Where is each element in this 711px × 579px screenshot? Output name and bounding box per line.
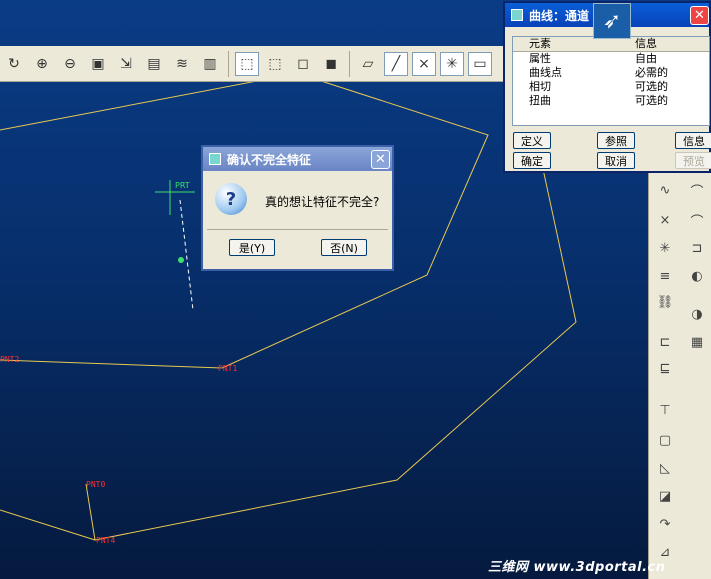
toolbar-separator	[228, 50, 229, 77]
element-info: 可选的	[635, 80, 668, 93]
info-button[interactable]: 信息	[675, 132, 711, 149]
element-name: 属性	[529, 52, 551, 65]
annotations-icon[interactable]: ▭	[468, 51, 492, 76]
draft-icon[interactable]: ▢	[653, 428, 677, 452]
csys-label: PRT	[175, 181, 190, 190]
datum-point-tool-icon[interactable]: ×	[653, 208, 677, 232]
merge-icon[interactable]: ↷	[653, 512, 677, 536]
element-name: 曲线点	[529, 66, 562, 79]
zoom-out-icon[interactable]: ⊖	[58, 52, 82, 76]
table-row[interactable]: 属性 自由	[513, 52, 709, 66]
element-info: 自由	[635, 52, 657, 65]
question-icon: ?	[215, 183, 247, 215]
wireframe-icon[interactable]: ⬚	[235, 51, 259, 76]
chamfer-icon[interactable]: ◪	[653, 484, 677, 508]
element-name: 相切	[529, 80, 551, 93]
elements-table: 元素 信息 属性 自由 曲线点 必需的 相切 可选的 扭曲 可选的	[512, 36, 710, 126]
ok-button[interactable]: 确定	[513, 152, 551, 169]
csys-tool-icon[interactable]: ✳	[653, 236, 677, 260]
table-row[interactable]: 扭曲 可选的	[513, 94, 709, 108]
confirm-incomplete-feature-dialog: 确认不完全特征 ✕ ? 真的想让特征不完全? 是(Y) 否(N)	[201, 145, 394, 271]
element-name: 扭曲	[529, 94, 551, 107]
point-label: PNT1	[218, 364, 237, 373]
yes-button[interactable]: 是(Y)	[229, 239, 275, 256]
extrude-icon[interactable]: ⊐	[685, 236, 709, 260]
close-icon[interactable]: ✕	[371, 150, 390, 169]
layers-icon[interactable]: ≋	[170, 52, 194, 76]
revolve-icon[interactable]: ◐	[685, 264, 709, 288]
dialog-message: 真的想让特征不完全?	[265, 195, 380, 209]
reference-button[interactable]: 参照	[597, 132, 635, 149]
chain-icon[interactable]: ⛓	[653, 290, 677, 314]
curve-segment	[0, 509, 96, 541]
element-info: 可选的	[635, 94, 668, 107]
round-icon[interactable]: ◺	[653, 456, 677, 480]
reorient-icon[interactable]: ⇲	[114, 52, 138, 76]
window-icon	[209, 153, 221, 165]
window-icon	[511, 9, 523, 21]
rib-icon[interactable]: ⊤	[653, 398, 677, 422]
view-toolbar: ↻ ⊕ ⊖ ▣ ⇲ ▤ ≋ ▥ ⬚ ⬚ ◻ ◼ ▱ ╱ × ✳ ▭	[0, 46, 505, 82]
table-row[interactable]: 相切 可选的	[513, 80, 709, 94]
define-button[interactable]: 定义	[513, 132, 551, 149]
table-header: 元素 信息	[513, 37, 709, 52]
watermark: 三维网 www.3dportal.cn	[488, 560, 666, 575]
point-label: PNT0	[86, 480, 105, 489]
no-button[interactable]: 否(N)	[321, 239, 367, 256]
close-icon[interactable]: ✕	[690, 6, 709, 25]
refit-icon[interactable]: ▣	[86, 52, 110, 76]
hidden-line-icon[interactable]: ⬚	[263, 52, 287, 76]
app-logo-icon: ➶	[593, 3, 631, 39]
datum-points-icon[interactable]: ×	[412, 51, 436, 76]
coord-systems-icon[interactable]: ✳	[440, 51, 464, 76]
column-header: 信息	[635, 37, 657, 50]
curve-segment	[0, 79, 263, 131]
sweep-icon[interactable]: ◑	[685, 302, 709, 326]
feature-toolbar: ∿ ⌒ × ⌒ ✳ ⊐ ≡ ◐ ⛓ ◑ ⊏ ▦ ⊑ ⊤ ▢ ◺ ◪ ↷ ⊿	[648, 172, 711, 579]
repaint-icon[interactable]: ↻	[2, 52, 26, 76]
zoom-in-icon[interactable]: ⊕	[30, 52, 54, 76]
axis-line	[179, 199, 194, 311]
curve-segment	[0, 359, 223, 369]
model-tree-icon[interactable]: ▥	[198, 52, 222, 76]
shell-icon[interactable]: ⊑	[653, 356, 677, 380]
table-row[interactable]: 曲线点 必需的	[513, 66, 709, 80]
csys-origin	[178, 257, 184, 263]
datum-curve-icon[interactable]: ⌒	[685, 178, 709, 202]
no-hidden-icon[interactable]: ◻	[291, 52, 315, 76]
dialog-titlebar[interactable]: 确认不完全特征	[203, 147, 392, 171]
toolbar-separator	[349, 50, 350, 77]
divider	[207, 229, 388, 230]
point-label: PNT4	[96, 536, 115, 545]
hole-icon[interactable]: ⊏	[653, 330, 677, 354]
element-info: 必需的	[635, 66, 668, 79]
datum-axes-icon[interactable]: ╱	[384, 51, 408, 76]
shading-icon[interactable]: ◼	[319, 52, 343, 76]
point-label: PNT2	[0, 355, 19, 364]
grid-icon[interactable]: ▦	[685, 330, 709, 354]
analysis-icon[interactable]: ≡	[653, 264, 677, 288]
datum-plane-tool-icon[interactable]: ⌒	[685, 208, 709, 232]
column-header: 元素	[529, 37, 551, 50]
cancel-button[interactable]: 取消	[597, 152, 635, 169]
curve-panel-title: 曲线：通道	[529, 8, 590, 23]
preview-button[interactable]: 预览	[675, 152, 711, 169]
sketch-curve-icon[interactable]: ∿	[653, 178, 677, 202]
dialog-title: 确认不完全特征	[227, 152, 312, 167]
saved-views-icon[interactable]: ▤	[142, 52, 166, 76]
datum-planes-icon[interactable]: ▱	[356, 52, 380, 76]
